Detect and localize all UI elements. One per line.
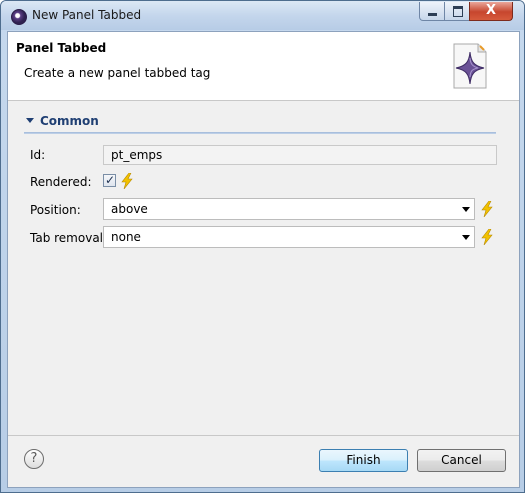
dropdown-arrow-icon[interactable]	[462, 207, 470, 212]
wizard-star-icon	[453, 43, 487, 89]
page-description: Create a new panel tabbed tag	[24, 66, 211, 80]
eclipse-icon	[11, 9, 27, 25]
footer-divider	[8, 435, 519, 436]
lightning-icon[interactable]	[480, 229, 494, 245]
title-bar[interactable]: New Panel Tabbed X	[1, 1, 524, 30]
lightning-icon[interactable]	[120, 173, 134, 189]
position-label: Position:	[30, 203, 81, 217]
minimize-button[interactable]	[419, 2, 445, 21]
finish-button[interactable]: Finish	[319, 449, 408, 472]
check-mark-icon: ✓	[105, 173, 116, 187]
id-label: Id:	[30, 148, 46, 162]
dialog-content: Panel Tabbed Create a new panel tabbed t…	[7, 31, 520, 488]
close-button[interactable]: X	[469, 2, 513, 21]
dialog-window: New Panel Tabbed X Panel Tabbed Create a…	[0, 0, 525, 493]
lightning-icon[interactable]	[480, 201, 494, 217]
cancel-button[interactable]: Cancel	[417, 449, 506, 472]
help-icon: ?	[30, 451, 38, 466]
page-title: Panel Tabbed	[16, 41, 107, 55]
position-select[interactable]: above	[103, 198, 475, 220]
rendered-label: Rendered:	[30, 175, 92, 189]
id-field[interactable]: pt_emps	[103, 145, 497, 165]
expand-arrow-icon[interactable]	[26, 118, 34, 123]
position-value: above	[111, 202, 148, 216]
wizard-header: Panel Tabbed Create a new panel tabbed t…	[8, 32, 519, 101]
section-common[interactable]: Common	[24, 114, 498, 136]
rendered-checkbox[interactable]: ✓	[103, 173, 116, 187]
section-divider	[24, 132, 496, 134]
tab-removal-label: Tab removal:	[30, 231, 108, 245]
maximize-button[interactable]	[444, 2, 470, 21]
maximize-icon	[453, 6, 463, 17]
window-title: New Panel Tabbed	[32, 8, 142, 22]
minimize-icon	[428, 13, 437, 16]
dropdown-arrow-icon[interactable]	[462, 235, 470, 240]
tab-removal-value: none	[111, 230, 141, 244]
help-button[interactable]: ?	[24, 449, 44, 469]
section-title: Common	[40, 114, 99, 128]
tab-removal-select[interactable]: none	[103, 226, 475, 248]
close-icon: X	[485, 3, 497, 18]
